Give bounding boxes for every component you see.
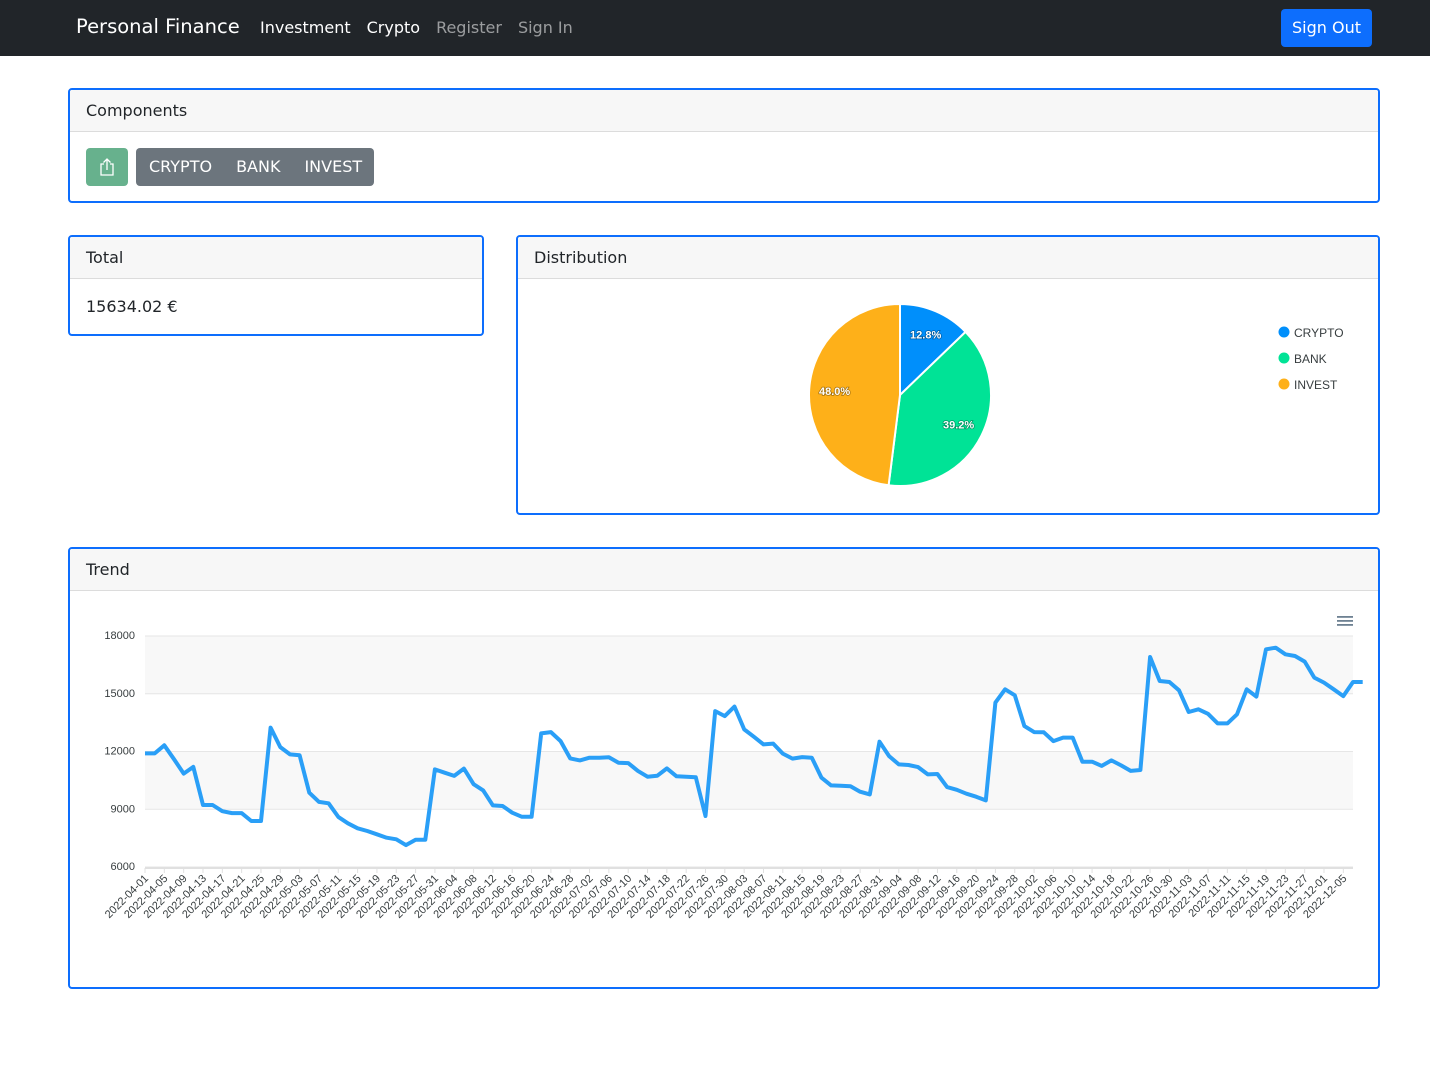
nav-link-sign-in[interactable]: Sign In <box>518 18 573 37</box>
distribution-card: Distribution 12.8% CRYPTO 39.2% BANK 48.0% IN… <box>516 235 1380 515</box>
components-card: Components CRYPTO BANK INVEST <box>68 88 1380 203</box>
hamburger-menu-icon[interactable] <box>1337 616 1353 626</box>
trend-card: Trend 6000 9000 12000 15000 18000 2022-04-01 2… <box>68 547 1380 989</box>
pie-data-label: 48.0% <box>819 386 850 398</box>
component-button-group: CRYPTO BANK INVEST <box>136 148 375 186</box>
legend-marker <box>1278 326 1290 338</box>
sign-out-button[interactable]: Sign Out <box>1281 9 1372 47</box>
menu-bar <box>1337 616 1353 618</box>
menu-bar <box>1337 624 1353 626</box>
bank-button[interactable]: BANK <box>224 148 292 186</box>
pie-data-label: 12.8% <box>910 330 941 342</box>
legend-label-invest: INVEST <box>1294 378 1338 392</box>
crypto-button[interactable]: CRYPTO <box>136 148 224 186</box>
nav-link-investment[interactable]: Investment <box>260 18 351 37</box>
distribution-pie-chart: 12.8% CRYPTO 39.2% BANK 48.0% INVEST <box>808 302 1344 487</box>
invest-button[interactable]: INVEST <box>292 148 374 186</box>
brand[interactable]: Personal Finance <box>76 15 240 38</box>
y-tick-label: 18000 <box>104 630 135 642</box>
nav-link-register[interactable]: Register <box>436 18 502 37</box>
total-card: Total 15634.02 € <box>68 235 484 336</box>
share-button[interactable] <box>86 148 128 186</box>
grid-band <box>145 751 1353 810</box>
menu-bar <box>1337 620 1353 622</box>
legend-label-bank: BANK <box>1294 352 1327 366</box>
pie-data-label: 39.2% <box>943 419 974 431</box>
y-tick-label: 15000 <box>104 688 135 700</box>
y-tick-label: 9000 <box>111 803 135 815</box>
trend-title: Trend <box>70 549 1378 591</box>
trend-line-chart: 600090001200015000180002022-04-012022-04… <box>103 616 1363 921</box>
nav-links: Investment Crypto Register Sign In <box>260 18 573 37</box>
total-value: 15634.02 € <box>86 297 178 316</box>
share-icon <box>100 158 114 176</box>
navbar: Personal Finance Investment Crypto Regis… <box>0 0 1430 56</box>
distribution-title: Distribution <box>518 237 1378 279</box>
y-tick-label: 6000 <box>111 861 135 873</box>
legend-label-crypto: CRYPTO <box>1294 326 1344 340</box>
legend-marker <box>1278 378 1290 390</box>
components-title: Components <box>70 90 1378 132</box>
nav-link-crypto[interactable]: Crypto <box>367 18 420 37</box>
total-title: Total <box>70 237 482 279</box>
y-tick-label: 12000 <box>104 746 135 758</box>
legend-marker <box>1278 352 1290 364</box>
